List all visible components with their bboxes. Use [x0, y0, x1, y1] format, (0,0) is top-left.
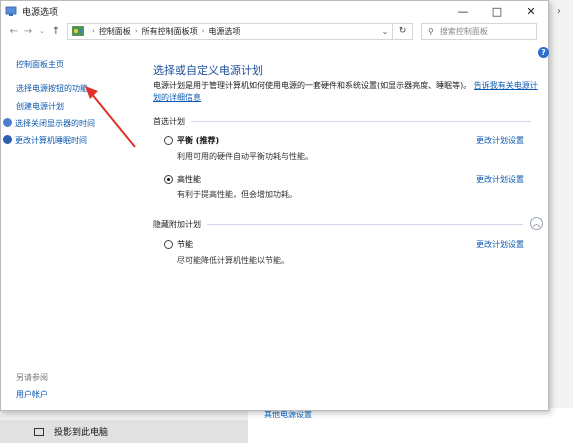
breadcrumb-separator-icon: ›	[201, 27, 205, 35]
change-plan-settings-power-saver[interactable]: 更改计划设置	[476, 239, 524, 250]
display-icon	[3, 118, 12, 127]
page-title: 选择或自定义电源计划	[153, 64, 263, 77]
sidebar-item-sleep-time-label: 更改计算机睡眠时间	[15, 136, 87, 145]
plan-balanced-desc: 利用可用的硬件自动平衡功耗与性能。	[177, 152, 313, 161]
change-plan-settings-balanced[interactable]: 更改计划设置	[476, 135, 524, 146]
power-options-icon	[5, 6, 17, 16]
plan-high-performance-desc: 有利于提高性能，但会增加功耗。	[177, 190, 297, 199]
breadcrumb-power-options[interactable]: 电源选项	[208, 26, 240, 37]
project-to-pc-label: 投影到此电脑	[54, 428, 109, 438]
projector-icon	[34, 427, 44, 436]
hidden-plans-label: 隐藏附加计划	[153, 219, 201, 229]
project-to-pc-item[interactable]: 投影到此电脑	[0, 420, 248, 443]
user-accounts-link[interactable]: 用户帐户	[16, 389, 48, 400]
see-also-heading: 另请参阅	[16, 373, 48, 382]
breadcrumb-separator-icon: ›	[134, 27, 138, 35]
address-row: ← → ⌄ ↑ › 控制面板 › 所有控制面板项 › 电源选项 ⌄ ↻ ⚲ 搜索…	[1, 21, 548, 41]
page-description: 电源计划是用于管理计算机如何使用电源的一套硬件和系统设置(如显示器亮度、睡眠等)…	[153, 80, 545, 104]
sidebar-item-power-button[interactable]: 选择电源按钮的功能	[16, 83, 88, 94]
control-panel-icon	[72, 26, 84, 36]
radio-high-performance[interactable]	[164, 175, 173, 184]
radio-power-saver[interactable]	[164, 240, 173, 249]
plan-balanced-name[interactable]: 平衡 (推荐)	[177, 135, 219, 146]
search-placeholder: 搜索控制面板	[439, 26, 488, 36]
moon-icon	[3, 135, 12, 144]
up-icon[interactable]: ↑	[49, 26, 63, 37]
back-icon[interactable]: ←	[7, 26, 21, 37]
recent-dropdown-icon[interactable]: ⌄	[35, 27, 49, 35]
preferred-plans-label: 首选计划	[153, 116, 185, 126]
plan-high-performance-name[interactable]: 高性能	[177, 174, 201, 185]
plan-power-saver-desc: 尽可能降低计算机性能以节能。	[177, 256, 289, 265]
annotation-arrow	[85, 86, 136, 148]
breadcrumb-separator-icon: ›	[92, 27, 95, 35]
help-icon[interactable]: ?	[538, 47, 549, 58]
description-text: 电源计划是用于管理计算机如何使用电源的一套硬件和系统设置(如显示器亮度、睡眠等)…	[153, 81, 472, 90]
chevron-down-icon[interactable]: ⌄	[378, 27, 392, 36]
maximize-button[interactable]: □	[480, 1, 514, 21]
change-plan-settings-high-performance[interactable]: 更改计划设置	[476, 174, 524, 185]
title-bar: 电源选项 — □ ✕	[1, 1, 548, 21]
window-title: 电源选项	[22, 7, 59, 18]
divider	[191, 120, 531, 122]
plan-power-saver-name[interactable]: 节能	[177, 239, 193, 250]
forward-icon[interactable]: →	[21, 26, 35, 37]
breadcrumb-control-panel[interactable]: 控制面板	[99, 26, 131, 37]
sidebar-item-home[interactable]: 控制面板主页	[16, 59, 64, 70]
preferred-plans-header: 首选计划	[153, 116, 543, 126]
close-button[interactable]: ✕	[514, 1, 548, 21]
radio-balanced[interactable]	[164, 136, 173, 145]
search-input[interactable]: ⚲ 搜索控制面板	[421, 22, 537, 40]
hidden-plans-header: 隐藏附加计划	[153, 219, 529, 229]
minimize-button[interactable]: —	[446, 1, 480, 21]
divider	[207, 223, 523, 225]
refresh-button[interactable]: ↻	[393, 22, 413, 40]
search-icon: ⚲	[428, 26, 434, 36]
address-bar[interactable]: › 控制面板 › 所有控制面板项 › 电源选项 ⌄	[67, 22, 393, 40]
power-options-window: 电源选项 — □ ✕ ← → ⌄ ↑ › 控制面板 › 所有控制面板项 › 电源…	[0, 0, 549, 411]
sidebar-item-sleep-time[interactable]: 更改计算机睡眠时间	[3, 135, 87, 146]
breadcrumb-all-items[interactable]: 所有控制面板项	[142, 26, 198, 37]
collapse-icon[interactable]: ︿	[530, 217, 543, 230]
chevron-right-icon: ›	[557, 6, 561, 17]
sidebar-item-create-plan[interactable]: 创建电源计划	[16, 101, 64, 112]
